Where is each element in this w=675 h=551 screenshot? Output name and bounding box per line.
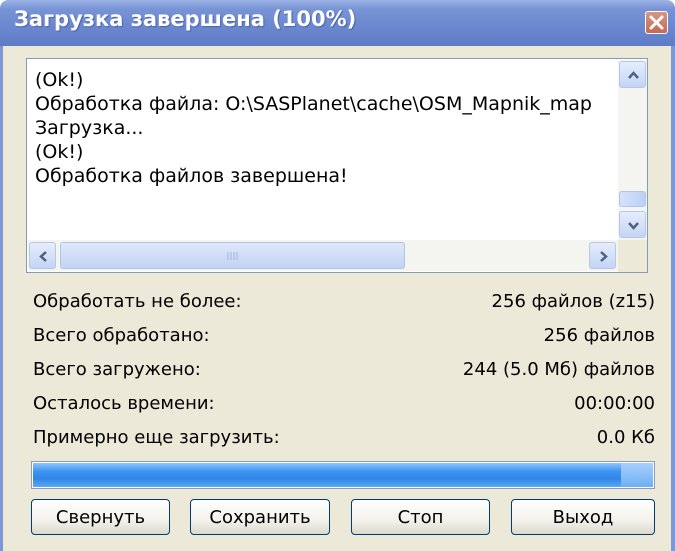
download-dialog: Загрузка завершена (100%) (Ok!) Обработк…: [0, 0, 675, 551]
stop-button[interactable]: Стоп: [351, 499, 490, 535]
stat-value: 0.0 Кб: [596, 427, 655, 448]
title-bar[interactable]: Загрузка завершена (100%): [0, 0, 675, 46]
exit-button[interactable]: Выход: [511, 499, 655, 535]
log-line: (Ok!): [35, 141, 84, 163]
scroll-left-button[interactable]: [29, 242, 56, 269]
stat-value: 00:00:00: [574, 393, 655, 414]
stat-label: Осталось времени:: [33, 393, 215, 414]
stat-value: 244 (5.0 Мб) файлов: [462, 359, 655, 380]
progress-bar: [31, 461, 655, 489]
window-frame-right: [671, 46, 675, 551]
progress-fill-end: [621, 463, 653, 487]
window-frame-left: [0, 46, 3, 551]
stat-value: 256 файлов (z15): [491, 291, 655, 312]
chevron-up-icon: [628, 71, 639, 79]
chevron-right-icon: [600, 251, 608, 262]
close-icon: [649, 15, 664, 30]
stat-label: Всего загружено:: [33, 359, 201, 380]
grip-icon: [227, 252, 238, 260]
stat-label: Всего обработано:: [33, 325, 210, 346]
log-line: Обработка файла: O:\SASPlanet\cache\OSM_…: [35, 93, 592, 115]
collapse-button[interactable]: Свернуть: [31, 499, 170, 535]
stat-row: Обработать не более: 256 файлов (z15): [33, 291, 655, 321]
scrollbar-corner: [618, 240, 647, 272]
stat-row: Всего загружено: 244 (5.0 Мб) файлов: [33, 359, 655, 389]
log-box[interactable]: (Ok!) Обработка файла: O:\SASPlanet\cach…: [26, 58, 648, 273]
save-button[interactable]: Сохранить: [190, 499, 330, 535]
horizontal-scrollbar[interactable]: [28, 240, 618, 271]
vertical-scroll-thumb[interactable]: [619, 191, 646, 207]
chevron-down-icon: [628, 222, 639, 230]
scroll-down-button[interactable]: [619, 211, 646, 238]
stat-label: Примерно еще загрузить:: [33, 427, 280, 448]
window-title: Загрузка завершена (100%): [14, 7, 357, 31]
log-line: (Ok!): [35, 69, 84, 91]
log-line: Обработка файлов завершена!: [35, 165, 348, 187]
stat-row: Осталось времени: 00:00:00: [33, 393, 655, 423]
log-line: Загрузка...: [35, 117, 144, 139]
progress-fill: [33, 463, 653, 487]
stat-value: 256 файлов: [543, 325, 655, 346]
stat-row: Примерно еще загрузить: 0.0 Кб: [33, 427, 655, 457]
stat-row: Всего обработано: 256 файлов: [33, 325, 655, 355]
stat-label: Обработать не более:: [33, 291, 242, 312]
scroll-right-button[interactable]: [589, 242, 616, 269]
vertical-scrollbar[interactable]: [618, 60, 647, 240]
close-button[interactable]: [645, 11, 668, 34]
chevron-left-icon: [39, 251, 47, 262]
horizontal-scroll-thumb[interactable]: [60, 242, 405, 269]
log-lines: (Ok!) Обработка файла: O:\SASPlanet\cach…: [35, 68, 613, 238]
scroll-up-button[interactable]: [619, 61, 646, 88]
